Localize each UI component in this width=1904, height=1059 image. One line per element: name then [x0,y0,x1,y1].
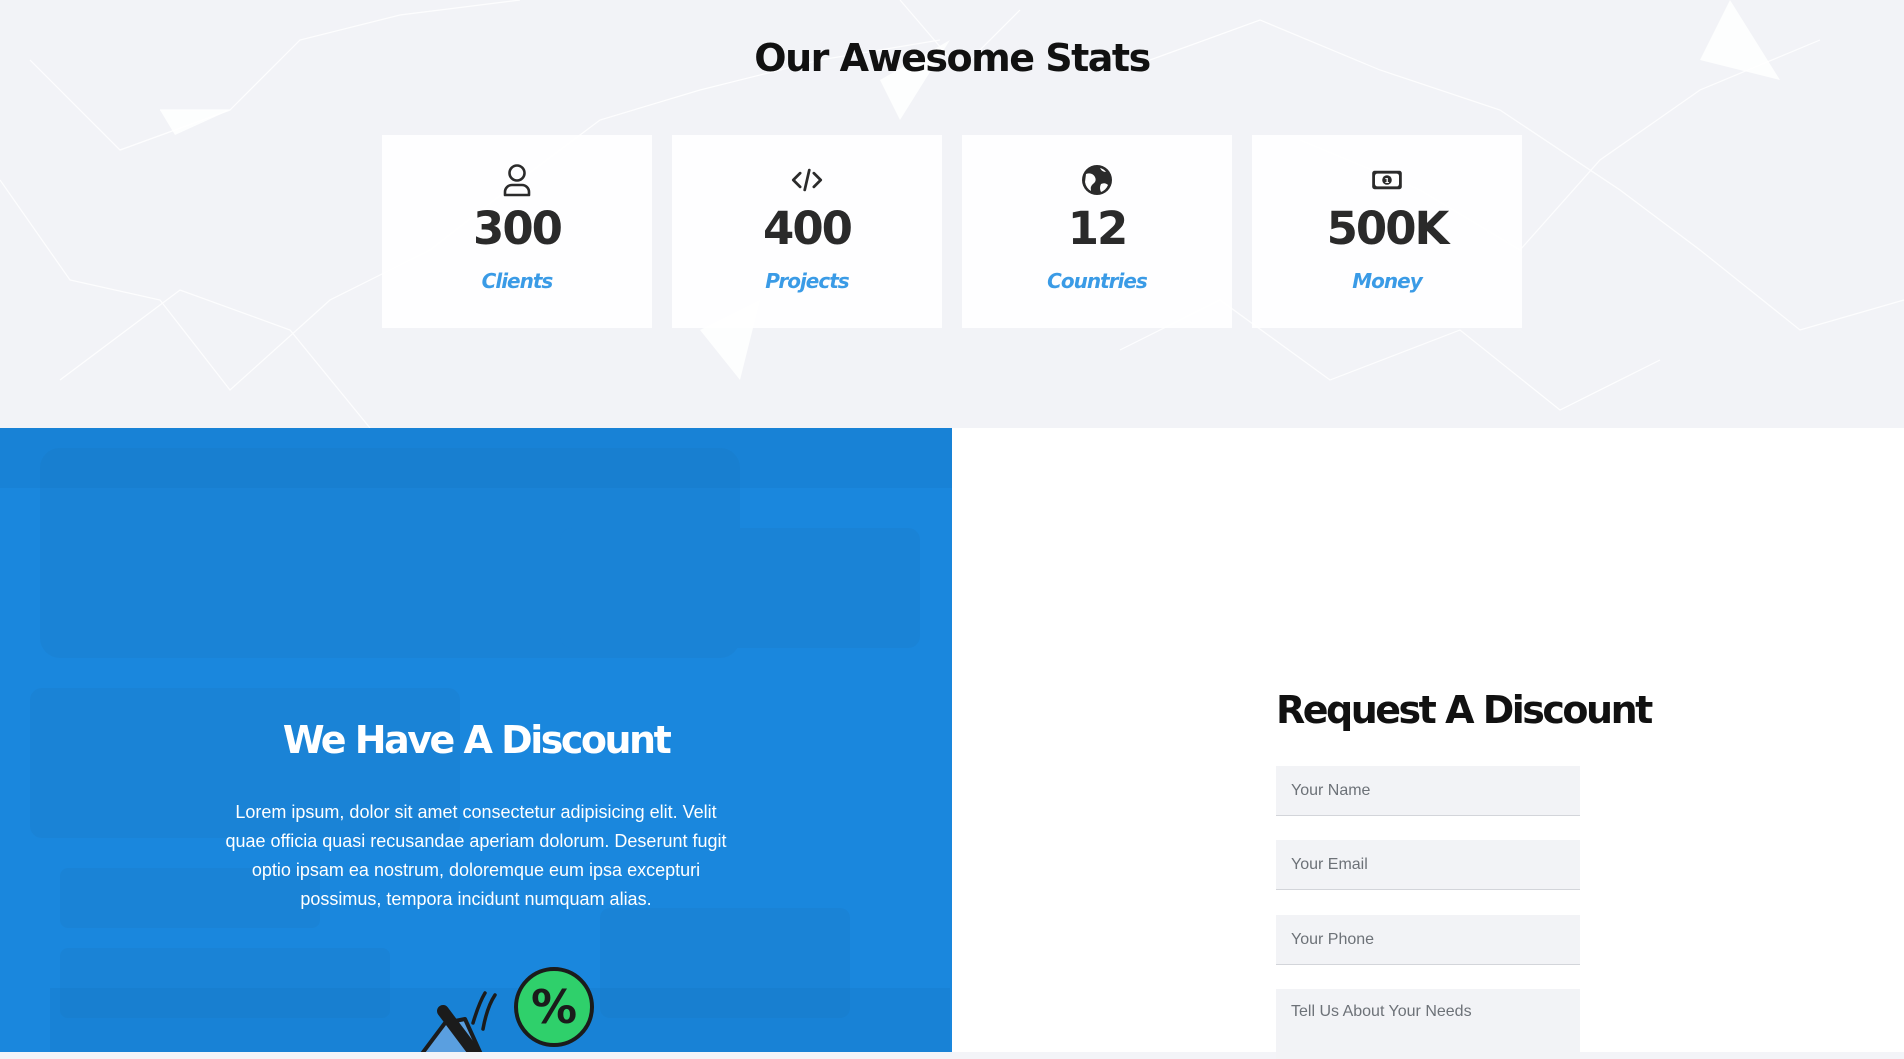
stats-section: Our Awesome Stats 300 Clients 400 Projec… [0,0,1904,428]
stat-value: 12 [1067,202,1129,255]
stats-title: Our Awesome Stats [754,36,1151,80]
stat-value: 400 [763,202,853,255]
discount-section: We Have A Discount Lorem ipsum, dolor si… [0,428,952,1052]
stat-card-countries: 12 Countries [962,135,1232,328]
svg-text:%: % [531,980,577,1034]
stat-cards: 300 Clients 400 Projects 12 Countries 1 … [382,135,1522,328]
stat-card-projects: 400 Projects [672,135,942,328]
stat-card-money: 1 500K Money [1252,135,1522,328]
request-discount-section: Request A Discount [952,428,1904,1059]
discount-description: Lorem ipsum, dolor sit amet consectetur … [225,802,727,909]
code-icon [791,164,823,196]
request-title: Request A Discount [1276,688,1653,732]
stat-label: Clients [481,269,554,293]
user-icon [501,164,533,197]
globe-icon [1081,164,1113,196]
svg-text:1: 1 [1384,176,1389,185]
email-input[interactable] [1276,840,1580,890]
stat-value: 500K [1326,202,1450,255]
stat-label: Projects [765,269,849,293]
stat-label: Countries [1047,269,1148,293]
needs-textarea[interactable] [1276,989,1580,1059]
discount-title: We Have A Discount [282,718,672,762]
money-bill-icon: 1 [1371,164,1403,196]
name-input[interactable] [1276,766,1580,816]
discount-percent-icon: % [415,963,605,1052]
stat-label: Money [1352,269,1422,293]
phone-input[interactable] [1276,915,1580,965]
stat-card-clients: 300 Clients [382,135,652,328]
stat-value: 300 [473,202,563,255]
